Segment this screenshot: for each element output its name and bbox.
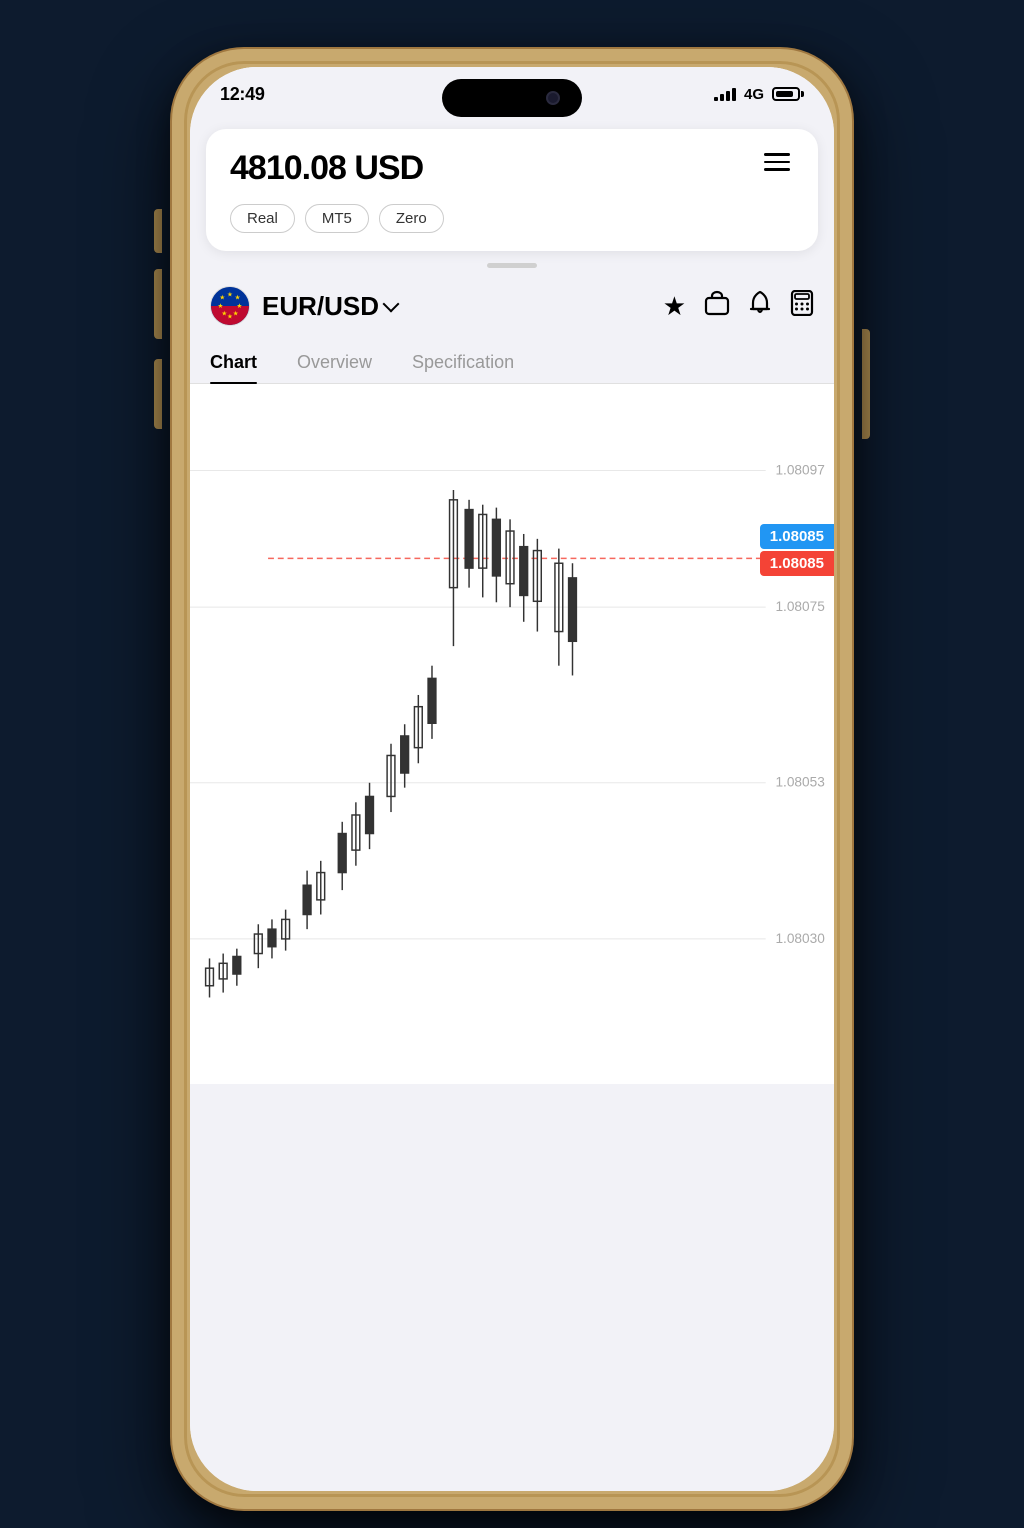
tab-specification[interactable]: Specification	[412, 342, 514, 383]
battery-body	[772, 87, 800, 101]
ask-price-badge: 1.08085	[760, 551, 834, 576]
phone-frame: 12:49 4G	[172, 49, 852, 1509]
tab-overview[interactable]: Overview	[297, 342, 372, 383]
battery-icon	[772, 87, 804, 101]
status-time: 12:49	[220, 84, 265, 105]
volume-up-button[interactable]	[154, 269, 162, 339]
svg-text:1.08053: 1.08053	[775, 775, 824, 790]
drag-handle	[487, 263, 537, 268]
phone-wrapper: 12:49 4G	[172, 49, 852, 1509]
svg-text:★: ★	[219, 293, 225, 301]
svg-text:★: ★	[227, 291, 233, 299]
svg-text:★: ★	[235, 293, 241, 301]
svg-text:1.08075: 1.08075	[775, 599, 825, 614]
signal-bar-2	[720, 94, 724, 101]
header-card: 4810.08 USD Real MT5 Zero	[206, 129, 818, 251]
svg-text:★: ★	[221, 310, 227, 318]
tabs: Chart Overview Specification	[190, 342, 834, 384]
hamburger-menu-button[interactable]	[760, 149, 794, 175]
screen: 12:49 4G	[190, 67, 834, 1491]
battery-tip	[801, 91, 804, 97]
signal-type: 4G	[744, 86, 764, 103]
chart-area[interactable]: 1.08097 1.08075 1.08053 1.08030	[190, 384, 834, 1084]
calculator-button[interactable]	[790, 290, 814, 322]
signal-bar-4	[732, 88, 736, 101]
battery-fill	[776, 91, 793, 97]
account-type-tag[interactable]: Real	[230, 204, 295, 233]
power-button[interactable]	[862, 329, 870, 439]
price-badges: 1.08085 1.08085	[760, 524, 834, 576]
tab-chart[interactable]: Chart	[210, 342, 257, 383]
svg-text:1.08030: 1.08030	[775, 931, 825, 946]
account-variant-tag[interactable]: Zero	[379, 204, 444, 233]
hamburger-line-3	[764, 168, 790, 171]
status-right: 4G	[714, 86, 804, 103]
trade-button[interactable]	[704, 290, 730, 322]
balance-amount: 4810.08 USD	[230, 149, 423, 188]
svg-text:★: ★	[218, 302, 224, 310]
dynamic-island	[442, 79, 582, 117]
account-tags: Real MT5 Zero	[230, 204, 794, 233]
signal-bar-3	[726, 91, 730, 101]
platform-tag[interactable]: MT5	[305, 204, 369, 233]
status-bar: 12:49 4G	[190, 67, 834, 121]
signal-bar-1	[714, 97, 718, 101]
instrument-name: EUR/USD	[262, 291, 379, 322]
header-top: 4810.08 USD	[230, 149, 794, 188]
svg-text:★: ★	[227, 312, 233, 320]
mute-button[interactable]	[154, 209, 162, 253]
instrument-flag-icon: ★ ★ ★ ★ ★ ★ ★ ★	[210, 286, 250, 326]
hamburger-line-1	[764, 153, 790, 156]
watchlist-star-button[interactable]: ★	[663, 291, 686, 322]
candlestick-chart: 1.08097 1.08075 1.08053 1.08030	[190, 384, 834, 1084]
svg-text:1.08097: 1.08097	[775, 462, 824, 477]
signal-bars-icon	[714, 87, 736, 101]
camera-dot	[546, 91, 560, 105]
instrument-header: ★ ★ ★ ★ ★ ★ ★ ★	[190, 282, 834, 342]
instrument-left: ★ ★ ★ ★ ★ ★ ★ ★	[210, 286, 397, 326]
svg-text:★: ★	[233, 310, 239, 318]
alert-bell-button[interactable]	[748, 290, 772, 322]
bid-price-badge: 1.08085	[760, 524, 834, 549]
phone-inner: 12:49 4G	[190, 67, 834, 1491]
instrument-name-wrapper[interactable]: EUR/USD	[262, 291, 397, 322]
instrument-dropdown-icon	[383, 296, 400, 313]
hamburger-line-2	[764, 161, 790, 164]
instrument-actions: ★	[663, 290, 814, 322]
svg-text:★: ★	[237, 302, 243, 310]
volume-down-button[interactable]	[154, 359, 162, 429]
